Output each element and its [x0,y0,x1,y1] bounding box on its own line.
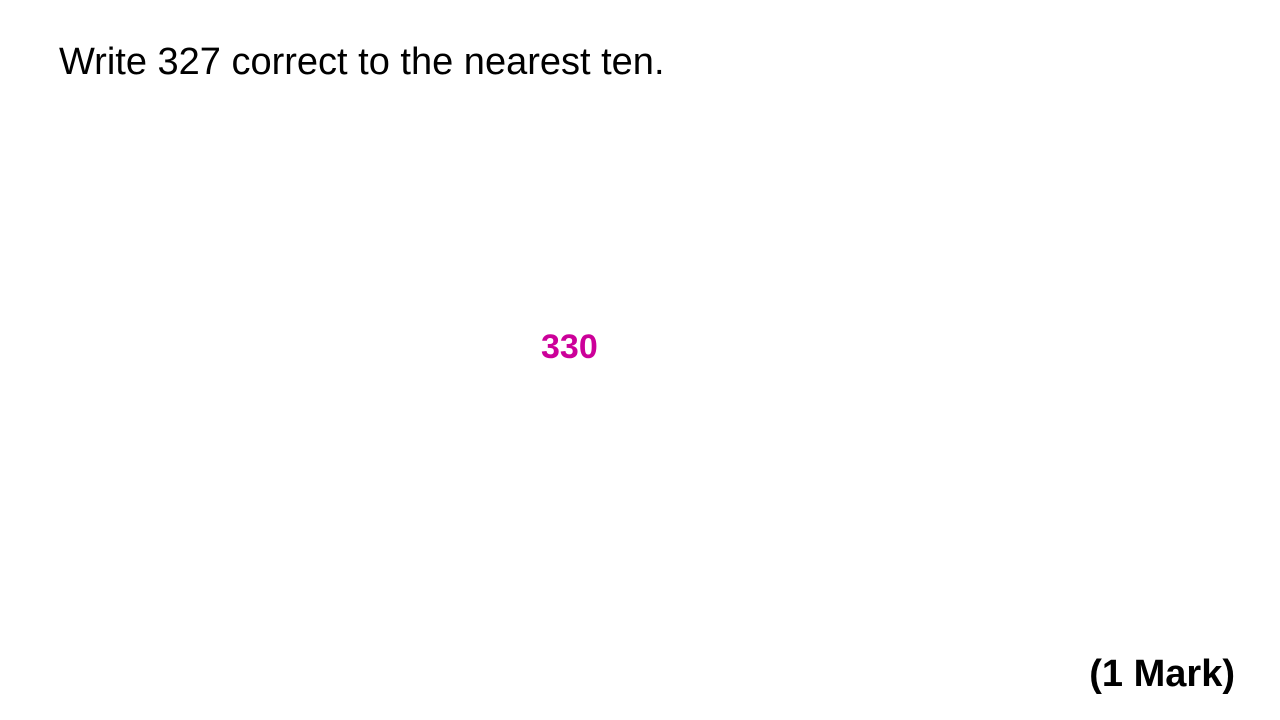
answer-text: 330 [541,328,598,366]
slide: Write 327 correct to the nearest ten. 33… [0,0,1280,720]
marks-label: (1 Mark) [1089,653,1235,695]
question-text: Write 327 correct to the nearest ten. [59,41,665,83]
